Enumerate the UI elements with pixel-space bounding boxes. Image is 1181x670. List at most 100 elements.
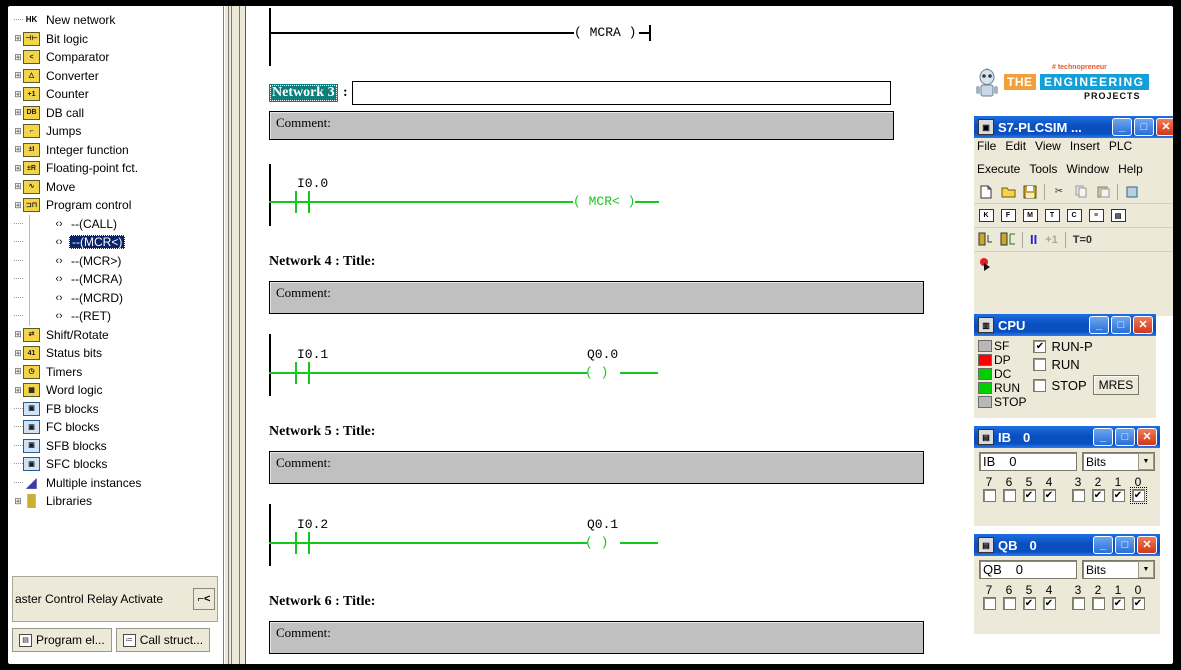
insert-memory-variable-icon[interactable]: M <box>1020 206 1040 225</box>
qb-bit-3-checkbox[interactable] <box>1071 597 1085 610</box>
tree-item-jumps[interactable]: ⌐ Jumps <box>13 122 217 141</box>
qb-bit-4-checkbox[interactable]: ✔ <box>1042 597 1056 610</box>
scan-cycle-single-icon[interactable] <box>976 230 996 249</box>
qb-bit-2-checkbox[interactable] <box>1091 597 1105 610</box>
stop-checkbox[interactable] <box>1033 378 1047 392</box>
tree-item-counter[interactable]: +1 Counter <box>13 85 217 104</box>
new-file-icon[interactable] <box>976 182 996 201</box>
insert-generic-variable-icon[interactable]: ≡ <box>1086 206 1106 225</box>
cut-icon[interactable]: ✂ <box>1049 182 1069 201</box>
ib-minimize-button[interactable]: _ <box>1093 428 1113 446</box>
mode-run-p[interactable]: ✔ RUN-P <box>1033 339 1139 354</box>
tree-expander-icon[interactable] <box>13 496 23 507</box>
tree-item-sfb-blocks[interactable]: ▣ SFB blocks <box>13 437 217 456</box>
tree-item-sfc-blocks[interactable]: ▣ SFC blocks <box>13 455 217 474</box>
menu-help[interactable]: Help <box>1118 162 1143 176</box>
menu-window[interactable]: Window <box>1066 162 1109 176</box>
tree-expander-icon[interactable] <box>13 385 23 396</box>
chevron-down-icon[interactable]: ▼ <box>1138 561 1154 578</box>
ladder-editor[interactable]: ( MCRA ) Network 3 : Comment: I0.0 ( MCR… <box>247 6 963 664</box>
reset-timer-button[interactable]: T=0 <box>1070 234 1095 246</box>
tree-expander-icon[interactable] <box>13 89 23 100</box>
qb-bit-5[interactable]: 5 ✔ <box>1019 583 1039 610</box>
net4-contact-address[interactable]: I0.1 <box>297 347 328 362</box>
tree-item-call[interactable]: ‹› --(CALL) <box>13 214 217 233</box>
qb-bit-7[interactable]: 7 <box>979 583 999 610</box>
qb-bit-4[interactable]: 4 ✔ <box>1039 583 1059 610</box>
menu-edit[interactable]: Edit <box>1005 139 1026 153</box>
plcsim-titlebar[interactable]: ▣ S7-PLCSIM ... _ □ ✕ <box>974 116 1173 138</box>
save-file-icon[interactable] <box>1020 182 1040 201</box>
ib-bit-0-checkbox[interactable]: ✔ <box>1129 487 1147 504</box>
ib-address-field[interactable]: IB 0 <box>979 452 1077 471</box>
ib-bit-6[interactable]: 6 <box>999 475 1019 502</box>
hint-collapse-button[interactable]: ⌐< <box>193 588 215 610</box>
tree-expander-icon[interactable] <box>13 33 23 44</box>
tree-item-integer-function[interactable]: ±I Integer function <box>13 141 217 160</box>
qb-maximize-button[interactable]: □ <box>1115 536 1135 554</box>
ib-titlebar[interactable]: ▤ IB 0 _ □ ✕ <box>974 426 1160 448</box>
cpu-maximize-button[interactable]: □ <box>1111 316 1131 334</box>
menu-file[interactable]: File <box>977 139 996 153</box>
paste-icon[interactable] <box>1093 182 1113 201</box>
tree-item-ret[interactable]: ‹› --(RET) <box>13 307 217 326</box>
qb-minimize-button[interactable]: _ <box>1093 536 1113 554</box>
ib-bit-1-checkbox[interactable]: ✔ <box>1111 489 1125 502</box>
scan-cycle-continuous-icon[interactable] <box>998 230 1018 249</box>
tree-item-program-control[interactable]: ⊐⊓ Program control <box>13 196 217 215</box>
net5-contact-address[interactable]: I0.2 <box>297 517 328 532</box>
qb-bit-5-checkbox[interactable]: ✔ <box>1022 597 1036 610</box>
tree-item-mcrd[interactable]: ‹› --(MCRD) <box>13 288 217 307</box>
plcsim-close-button[interactable]: ✕ <box>1156 118 1173 136</box>
panel-splitter[interactable] <box>224 6 246 664</box>
ib-bit-0[interactable]: 0 ✔ <box>1128 475 1148 504</box>
menu-execute[interactable]: Execute <box>977 162 1020 176</box>
ib-bit-5-checkbox[interactable]: ✔ <box>1022 489 1036 502</box>
tree-item-bit-logic[interactable]: ⊣⊢ Bit logic <box>13 30 217 49</box>
ib-bit-2-checkbox[interactable]: ✔ <box>1091 489 1105 502</box>
tree-item-db-call[interactable]: DB DB call <box>13 104 217 123</box>
tree-item-multiple-instances[interactable]: ◢ Multiple instances <box>13 474 217 493</box>
mode-run[interactable]: RUN <box>1033 357 1139 372</box>
record-playback-icon[interactable] <box>976 255 996 274</box>
tree-expander-icon[interactable] <box>13 52 23 63</box>
insert-timer-variable-icon[interactable]: T <box>1042 206 1062 225</box>
insert-vertical-bits-icon[interactable]: ▤ <box>1108 206 1128 225</box>
tree-item-mcr[interactable]: ‹› --(MCR>) <box>13 251 217 270</box>
tree-expander-icon[interactable] <box>13 70 23 81</box>
qb-bit-1-checkbox[interactable]: ✔ <box>1111 597 1125 610</box>
tab-call-structure[interactable]: ≔ Call struct... <box>115 628 211 652</box>
qb-format-select[interactable]: Bits ▼ <box>1082 560 1155 579</box>
tree-item-comparator[interactable]: < Comparator <box>13 48 217 67</box>
net4-coil-address[interactable]: Q0.0 <box>587 347 618 362</box>
program-elements-tree[interactable]: HK New network ⊣⊢ Bit logic < Comparator △ Conv… <box>12 10 218 572</box>
network-4-header[interactable]: Network 4 : Title: <box>269 254 375 270</box>
qb-bit-0-checkbox[interactable]: ✔ <box>1131 597 1145 610</box>
tree-item-new-network[interactable]: HK New network <box>13 11 217 30</box>
network-3-selected-label[interactable]: Network 3 <box>269 84 338 102</box>
net3-coil-mcr-less[interactable]: ( MCR< ) <box>573 194 635 209</box>
run-checkbox[interactable] <box>1033 358 1047 371</box>
net4-contact-no[interactable] <box>295 362 311 384</box>
qb-bit-6[interactable]: 6 <box>999 583 1019 610</box>
network-5-comment-box[interactable]: Comment: <box>269 451 924 484</box>
tree-item-word-logic[interactable]: ▦ Word logic <box>13 381 217 400</box>
qb-bit-3[interactable]: 3 <box>1068 583 1088 610</box>
tree-item-status-bits[interactable]: 41 Status bits <box>13 344 217 363</box>
plcsim-maximize-button[interactable]: □ <box>1134 118 1154 136</box>
tree-expander-icon[interactable] <box>13 366 23 377</box>
insert-counter-variable-icon[interactable]: C <box>1064 206 1084 225</box>
tree-item-shift-rotate[interactable]: ⇄ Shift/Rotate <box>13 326 217 345</box>
menu-tools[interactable]: Tools <box>1029 162 1057 176</box>
ib-bit-2[interactable]: 2 ✔ <box>1088 475 1108 502</box>
qb-bit-6-checkbox[interactable] <box>1002 597 1016 610</box>
network-4-comment-box[interactable]: Comment: <box>269 281 924 314</box>
copy-icon[interactable] <box>1071 182 1091 201</box>
ib-bit-4[interactable]: 4 ✔ <box>1039 475 1059 502</box>
net5-coil-address[interactable]: Q0.1 <box>587 517 618 532</box>
ib-close-button[interactable]: ✕ <box>1137 428 1157 446</box>
insert-input-variable-icon[interactable]: K <box>976 206 996 225</box>
tree-item-move[interactable]: ∿ Move <box>13 178 217 197</box>
qb-close-button[interactable]: ✕ <box>1137 536 1157 554</box>
qb-bit-7-checkbox[interactable] <box>982 597 996 610</box>
